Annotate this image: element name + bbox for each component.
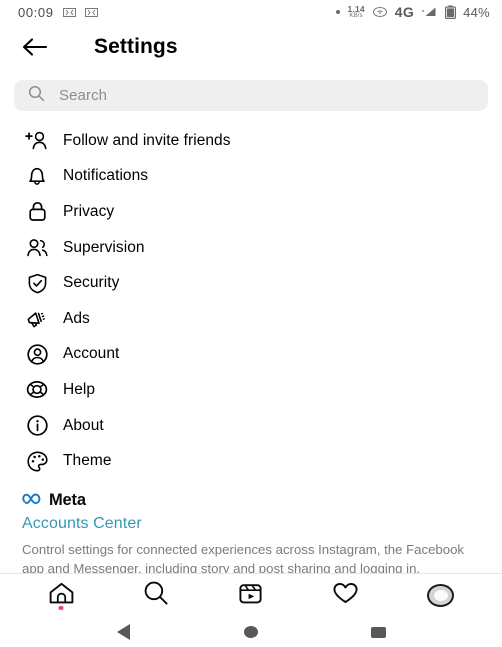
arrow-left-icon	[22, 38, 48, 56]
palette-icon	[24, 448, 50, 474]
page-title: Settings	[94, 35, 178, 58]
status-time: 00:09	[18, 4, 54, 20]
menu-item-label: About	[63, 416, 104, 434]
menu-item-account[interactable]: Account	[0, 337, 502, 373]
menu-item-about[interactable]: About	[0, 408, 502, 444]
network-speed-indicator: 1.14 KB/s	[347, 5, 364, 20]
battery-icon	[445, 5, 457, 19]
megaphone-icon	[24, 306, 50, 332]
recording-dot-icon	[336, 10, 341, 14]
network-type: 4G	[394, 4, 415, 20]
meta-accounts-center-section: Meta Accounts Center Control settings fo…	[0, 479, 502, 573]
menu-item-help[interactable]: Help	[0, 372, 502, 408]
menu-item-notifications[interactable]: Notifications	[0, 159, 502, 195]
menu-item-label: Follow and invite friends	[63, 131, 231, 149]
search-input[interactable]: Search	[59, 87, 107, 104]
menu-item-security[interactable]: Security	[0, 265, 502, 301]
heart-icon	[332, 581, 359, 610]
accounts-center-description: Control settings for connected experienc…	[22, 541, 465, 573]
status-bar: 00:09 1.14 KB/s 4G 44%	[0, 0, 502, 24]
menu-item-label: Help	[63, 380, 96, 398]
menu-item-label: Supervision	[63, 238, 145, 256]
avatar-inner	[433, 590, 448, 601]
people-icon	[24, 235, 50, 261]
settings-screen: 00:09 1.14 KB/s 4G 44% Settings Search F…	[0, 0, 502, 647]
bell-icon	[24, 163, 50, 189]
nav-home-button[interactable]	[231, 617, 271, 647]
info-circle-icon	[24, 413, 50, 439]
nav-recents-button[interactable]	[358, 617, 398, 647]
menu-item-label: Notifications	[63, 167, 149, 185]
tab-reels[interactable]	[225, 576, 277, 616]
app-header: Settings	[0, 24, 502, 70]
android-navigation-bar	[0, 617, 502, 647]
wifi-hotspot-icon	[372, 6, 388, 18]
settings-menu: Follow and invite friends Notifications …	[0, 117, 502, 479]
nav-back-button[interactable]	[104, 617, 144, 647]
accounts-center-link[interactable]: Accounts Center	[22, 515, 484, 533]
search-section: Search	[0, 70, 502, 117]
avatar-icon	[427, 584, 455, 607]
status-bar-right: 1.14 KB/s 4G 44%	[336, 4, 490, 20]
menu-item-follow-and-invite-friends[interactable]: Follow and invite friends	[0, 123, 502, 159]
search-bar[interactable]: Search	[14, 80, 488, 111]
menu-item-theme[interactable]: Theme	[0, 443, 502, 479]
nav-back-icon	[117, 624, 131, 640]
account-circle-icon	[24, 341, 50, 367]
tab-search[interactable]	[130, 576, 182, 616]
menu-item-label: Privacy	[63, 202, 115, 220]
search-icon	[28, 85, 45, 107]
back-button[interactable]	[18, 30, 52, 64]
life-ring-icon	[24, 377, 50, 403]
lock-icon	[24, 199, 50, 225]
home-notification-badge	[58, 605, 64, 610]
network-speed-unit: KB/s	[349, 13, 363, 20]
reels-icon	[238, 581, 263, 611]
menu-item-label: Security	[63, 274, 120, 292]
menu-item-label: Account	[63, 345, 120, 363]
battery-level: 44%	[463, 4, 490, 20]
sim-card-icon	[84, 7, 98, 18]
menu-item-label: Ads	[63, 309, 90, 327]
menu-item-supervision[interactable]: Supervision	[0, 230, 502, 266]
network-speed-value: 1.14	[347, 3, 365, 14]
search-icon	[143, 580, 169, 611]
tab-profile[interactable]	[415, 576, 467, 616]
menu-item-label: Theme	[63, 452, 112, 470]
shield-check-icon	[24, 270, 50, 296]
bottom-tab-bar	[0, 573, 502, 617]
person-add-icon	[24, 128, 50, 154]
meta-infinity-icon	[22, 491, 43, 510]
menu-item-privacy[interactable]: Privacy	[0, 194, 502, 230]
nav-home-icon	[243, 626, 258, 638]
sim-card-icon	[62, 7, 76, 18]
meta-brand: Meta	[22, 491, 484, 510]
signal-bars-icon	[421, 6, 438, 18]
tab-home[interactable]	[35, 576, 87, 616]
status-bar-left: 00:09	[18, 5, 98, 20]
menu-item-ads[interactable]: Ads	[0, 301, 502, 337]
nav-recents-icon	[370, 626, 386, 638]
meta-brand-name: Meta	[49, 490, 86, 509]
tab-activity[interactable]	[320, 576, 372, 616]
